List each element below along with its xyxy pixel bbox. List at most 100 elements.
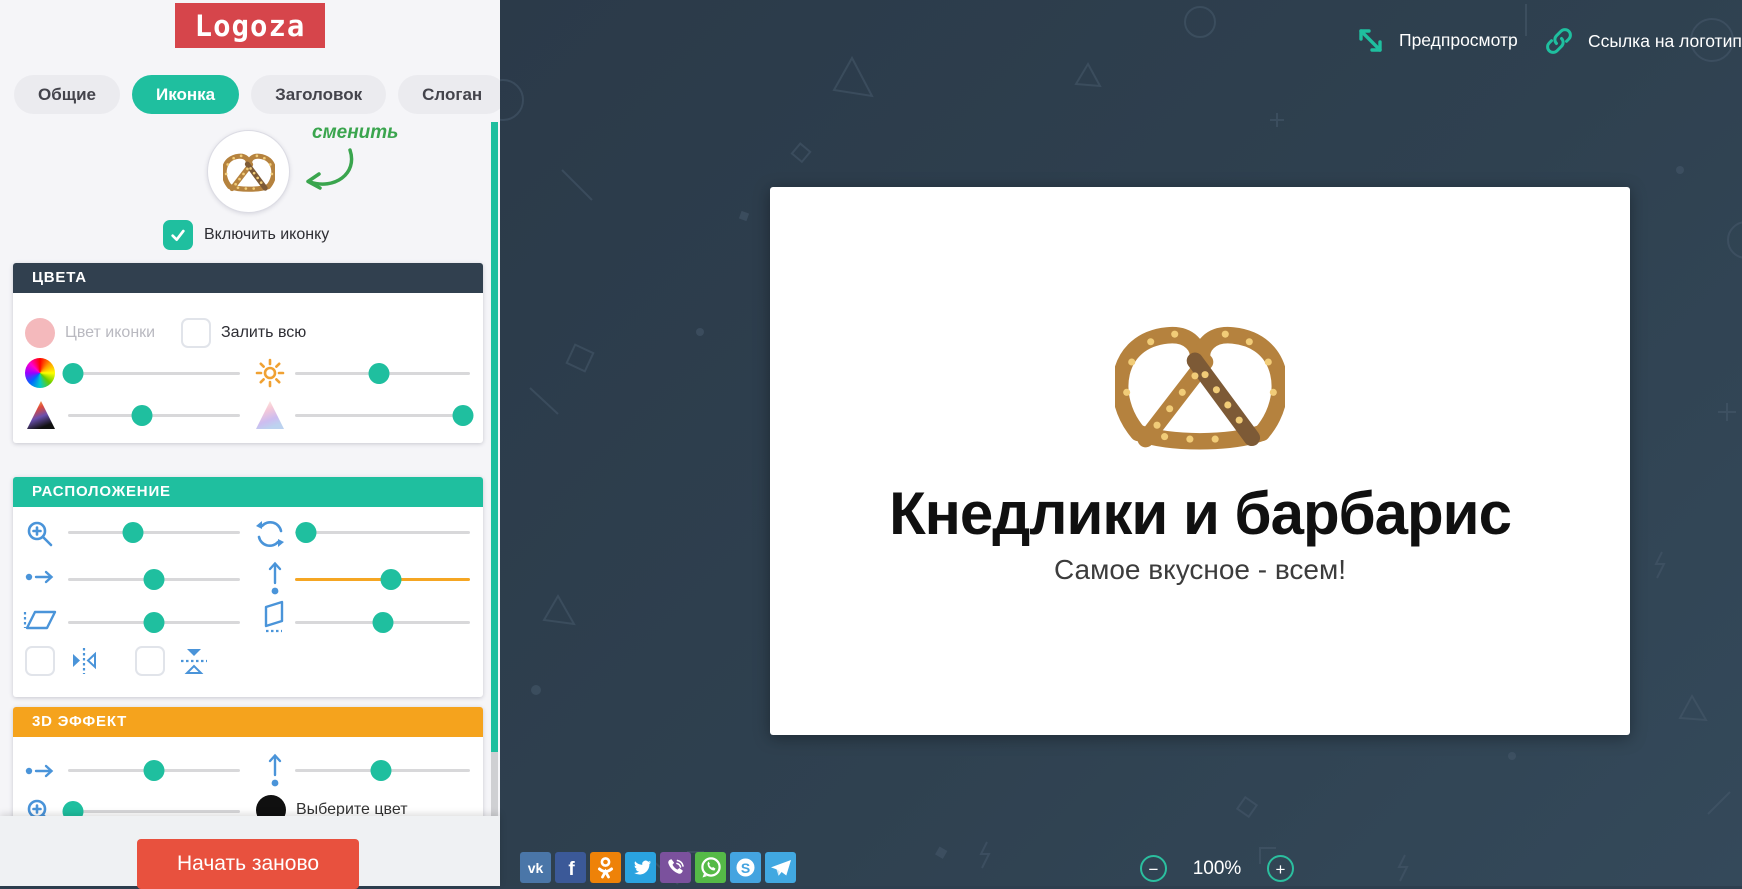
shift-vertical-slider-handle[interactable]	[370, 760, 391, 781]
enable-icon-row: Включить иконку	[163, 220, 329, 250]
rotate-slider-handle[interactable]	[295, 522, 316, 543]
skew-vertical-slider-handle[interactable]	[372, 612, 393, 633]
change-icon-link[interactable]: сменить	[312, 122, 398, 144]
scale-slider-handle[interactable]	[123, 522, 144, 543]
zoom-scale-icon	[25, 519, 55, 549]
share-vk-button[interactable]: vk	[520, 852, 551, 883]
shift-vertical-slider[interactable]	[295, 760, 470, 781]
odnoklassniki-icon	[590, 852, 621, 883]
horizontal-position-slider[interactable]	[68, 569, 240, 590]
zoom-in-button[interactable]: +	[1267, 855, 1294, 882]
share-viber-button[interactable]	[660, 852, 691, 883]
skype-icon: S	[730, 852, 761, 883]
sidebar-scrollbar-track[interactable]	[491, 752, 498, 816]
colors-section: ЦВЕТА Цвет иконки Залить всю	[13, 263, 483, 443]
preview-link-label: Предпросмотр	[1399, 30, 1518, 51]
current-icon-preview[interactable]	[207, 130, 290, 213]
tab-icon[interactable]: Иконка	[132, 75, 239, 114]
shift-horizontal-slider-handle[interactable]	[144, 760, 165, 781]
saturation-slider-handle[interactable]	[131, 405, 152, 426]
logo-title-text[interactable]: Кнедлики и барбарис	[889, 479, 1511, 548]
share-odnoklassniki-button[interactable]	[590, 852, 621, 883]
sidebar: Logoza Общие Иконка Заголовок Слоган	[0, 0, 500, 886]
fill-all-checkbox[interactable]	[181, 318, 211, 348]
svg-text:vk: vk	[528, 860, 544, 876]
flip-horizontal-icon	[69, 646, 99, 676]
lightness-slider-handle[interactable]	[453, 405, 474, 426]
zoom-level-value: 100%	[1189, 858, 1245, 880]
share-telegram-button[interactable]	[765, 852, 796, 883]
lightness-triangle-icon	[255, 399, 285, 431]
sidebar-scrollbar[interactable]	[491, 122, 498, 752]
position-section: РАСПОЛОЖЕНИЕ	[13, 477, 483, 697]
skew-horizontal-icon	[23, 605, 57, 635]
tab-general[interactable]: Общие	[14, 75, 120, 114]
canvas-area: Предпросмотр Ссылка на логотип	[500, 0, 1742, 886]
curved-arrow-icon	[298, 148, 356, 196]
skew-vertical-slider[interactable]	[295, 612, 470, 633]
link-chain-icon	[1543, 25, 1575, 57]
logo-preview-card[interactable]: Кнедлики и барбарис Самое вкусное - всем…	[770, 187, 1630, 735]
move-vertical-icon	[261, 557, 289, 597]
brightness-slider[interactable]	[295, 363, 470, 384]
hue-slider-handle[interactable]	[63, 363, 84, 384]
facebook-icon: f	[555, 852, 586, 883]
vertical-position-slider-handle[interactable]	[381, 569, 402, 590]
flip-vertical-checkbox[interactable]	[135, 646, 165, 676]
logo-slogan-text[interactable]: Самое вкусное - всем!	[1054, 554, 1346, 586]
pretzel-icon	[223, 151, 275, 193]
fill-all-label: Залить всю	[221, 324, 306, 342]
rotate-slider[interactable]	[295, 522, 470, 543]
check-icon	[168, 225, 188, 245]
restart-button[interactable]: Начать заново	[137, 839, 359, 889]
icon-color-label: Цвет иконки	[65, 324, 155, 342]
brightness-slider-handle[interactable]	[369, 363, 390, 384]
position-section-header: РАСПОЛОЖЕНИЕ	[13, 477, 483, 507]
scale-slider[interactable]	[68, 522, 240, 543]
enable-icon-label: Включить иконку	[204, 226, 329, 244]
horizontal-position-slider-handle[interactable]	[144, 569, 165, 590]
svg-text:f: f	[568, 859, 575, 880]
colors-section-header: ЦВЕТА	[13, 263, 483, 293]
vertical-position-slider[interactable]	[295, 569, 470, 590]
twitter-icon	[625, 852, 656, 883]
skew-horizontal-slider[interactable]	[68, 612, 240, 633]
saturation-slider[interactable]	[68, 405, 240, 426]
tab-slogan[interactable]: Слоган	[398, 75, 506, 114]
lightness-slider[interactable]	[295, 405, 470, 426]
shift-horizontal-icon	[25, 757, 55, 785]
skew-horizontal-slider-handle[interactable]	[144, 612, 165, 633]
tab-bar: Общие Иконка Заголовок Слоган	[14, 75, 506, 114]
share-twitter-button[interactable]	[625, 852, 656, 883]
share-skype-button[interactable]: S	[730, 852, 761, 883]
move-horizontal-icon	[25, 563, 55, 591]
zoom-out-button[interactable]: −	[1140, 855, 1167, 882]
viber-icon	[660, 852, 691, 883]
svg-text:S: S	[741, 860, 750, 876]
pretzel-logo-icon	[1115, 319, 1285, 453]
tab-title[interactable]: Заголовок	[251, 75, 386, 114]
vk-icon: vk	[520, 852, 551, 883]
logo-link[interactable]: Ссылка на логотип	[1543, 25, 1742, 57]
zoom-control: − 100% +	[1140, 855, 1294, 882]
enable-icon-checkbox[interactable]	[163, 220, 193, 250]
whatsapp-icon	[695, 852, 726, 883]
share-facebook-button[interactable]: f	[555, 852, 586, 883]
flip-horizontal-checkbox[interactable]	[25, 646, 55, 676]
social-share-bar: vk f	[520, 852, 796, 883]
expand-arrows-icon	[1355, 25, 1386, 56]
logo-link-label: Ссылка на логотип	[1588, 31, 1742, 52]
flip-vertical-icon	[179, 646, 209, 676]
color-wheel-icon	[25, 358, 55, 388]
share-whatsapp-button[interactable]	[695, 852, 726, 883]
rotate-icon	[254, 518, 286, 550]
app-logo[interactable]: Logoza	[175, 3, 325, 48]
sidebar-bottom-bar: Начать заново	[0, 816, 500, 886]
icon-color-swatch[interactable]	[25, 318, 55, 348]
brightness-icon	[254, 357, 286, 389]
skew-vertical-icon	[259, 599, 289, 635]
shift-horizontal-slider[interactable]	[68, 760, 240, 781]
preview-link[interactable]: Предпросмотр	[1355, 25, 1518, 56]
telegram-icon	[765, 852, 796, 883]
hue-slider[interactable]	[68, 363, 240, 384]
